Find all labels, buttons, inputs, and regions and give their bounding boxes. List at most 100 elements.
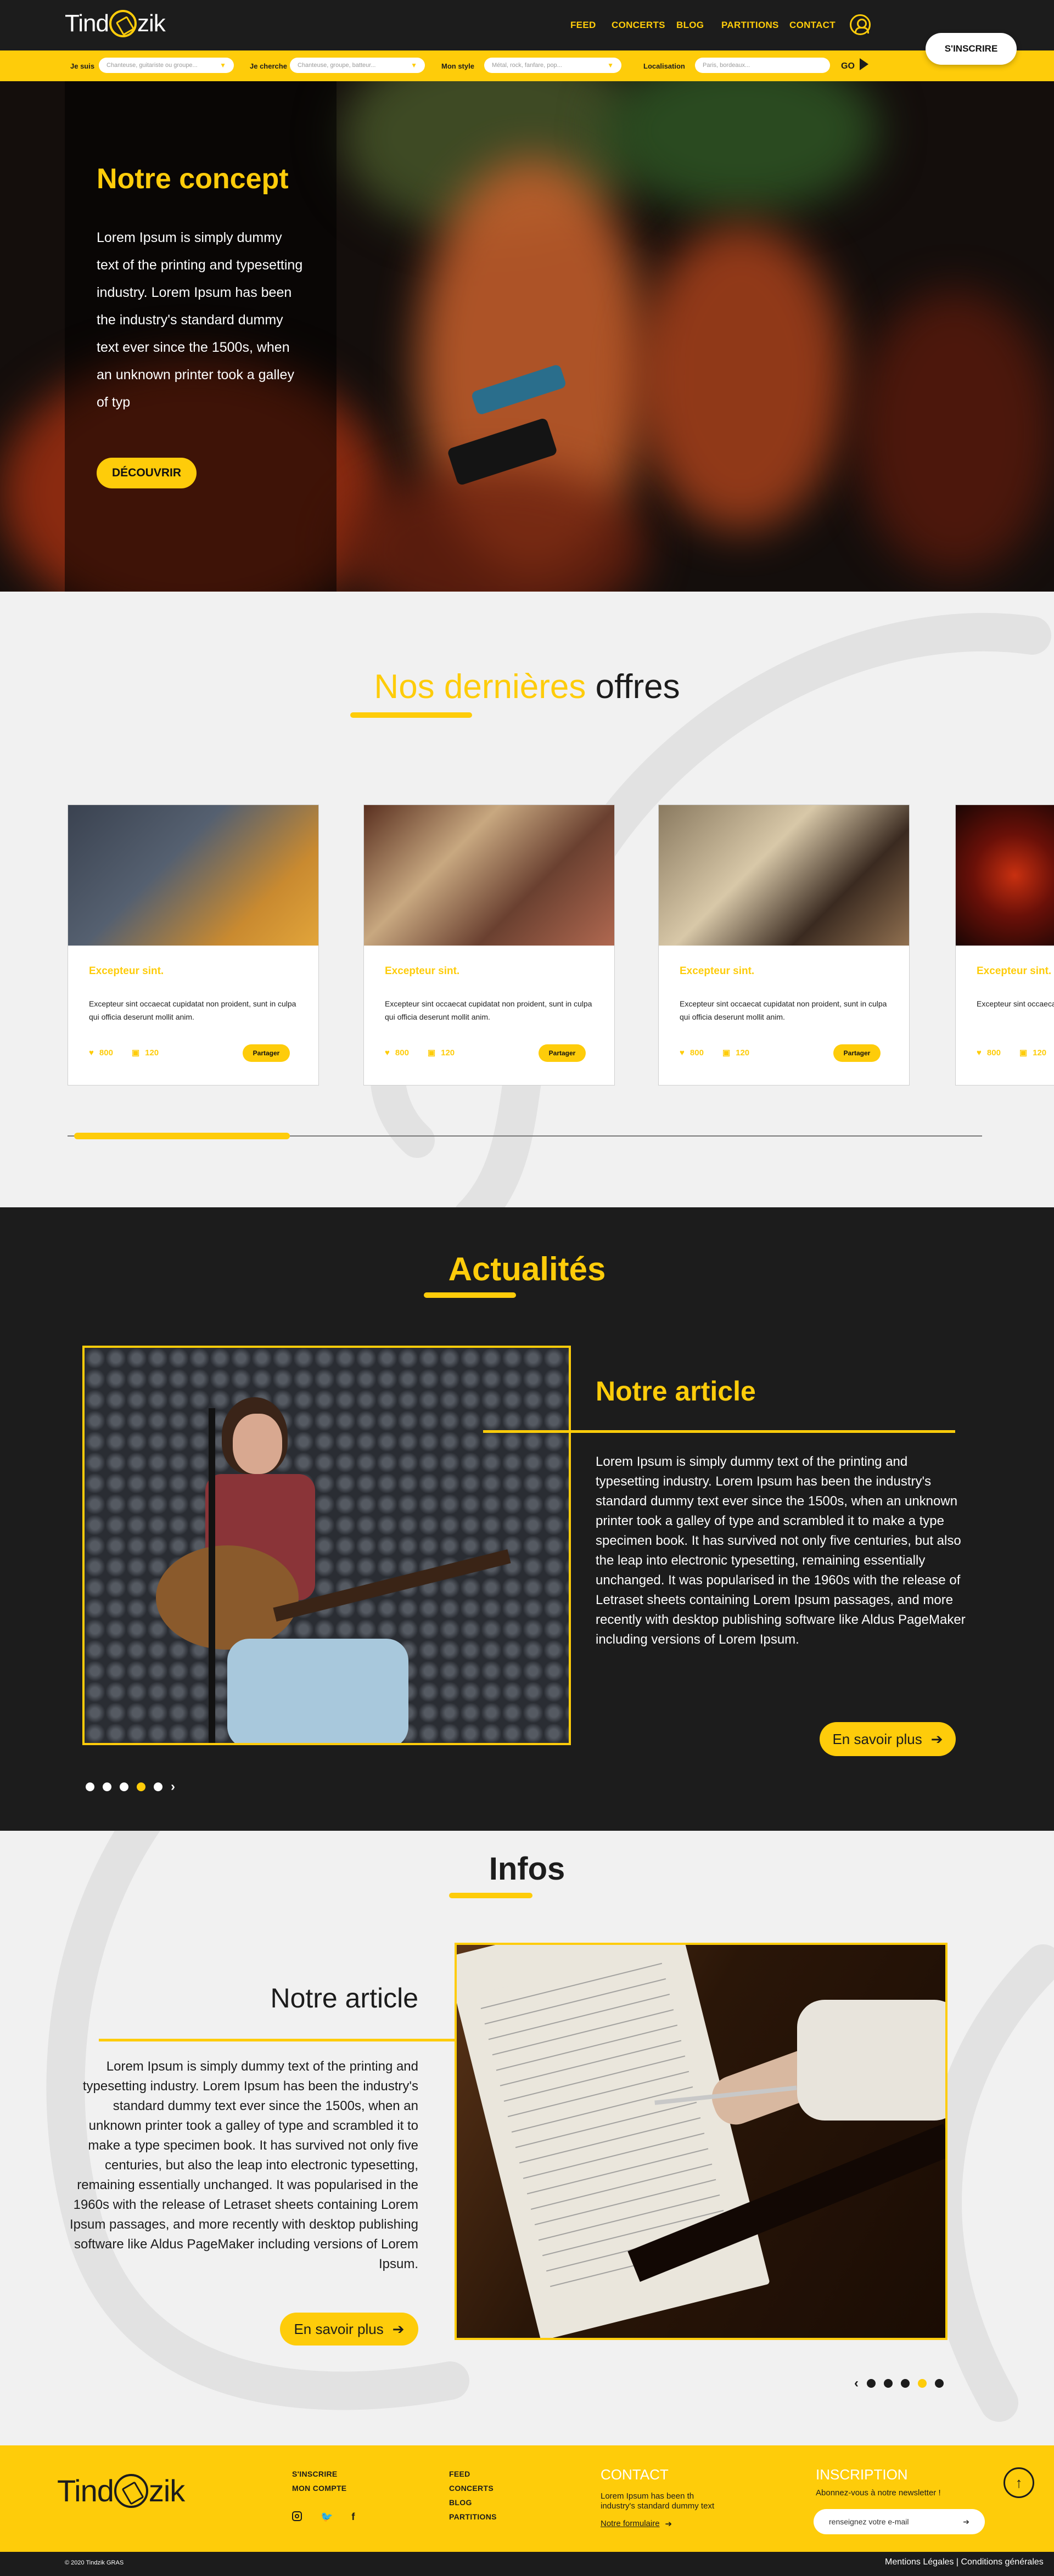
chevron-left-icon[interactable]: ‹ <box>854 2376 859 2391</box>
offer-stats: ♥ 800 ▣ 120 <box>977 1048 1046 1058</box>
arrow-right-icon: ➔ <box>665 2519 672 2529</box>
footer-link-partitions[interactable]: PARTITIONS <box>449 2512 497 2521</box>
play-arrow-icon[interactable] <box>860 58 868 70</box>
footer-contact-title: CONTACT <box>601 2466 669 2483</box>
search-label-looking: Je cherche <box>250 62 287 70</box>
footer-newsletter-text: Abonnez-vous à notre newsletter ! <box>816 2488 941 2498</box>
offer-title: Excepteur sint. <box>977 965 1052 977</box>
comment-icon[interactable]: ▣ <box>722 1048 730 1058</box>
chevron-down-icon: ▼ <box>220 61 226 69</box>
site-logo[interactable]: Tind zik <box>65 10 166 37</box>
heart-icon[interactable]: ♥ <box>680 1048 685 1058</box>
carousel-dot[interactable] <box>86 1782 94 1791</box>
offers-title-accent: Nos dernières <box>374 668 586 706</box>
carousel-dot-active[interactable] <box>137 1782 145 1791</box>
carousel-dot[interactable] <box>154 1782 162 1791</box>
vinyl-guitar-icon <box>109 10 137 37</box>
footer-contact-text: Lorem Ipsum has been th industry's stand… <box>601 2491 715 2511</box>
offer-title: Excepteur sint. <box>680 965 755 977</box>
search-label-location: Localisation <box>643 62 685 70</box>
comments-count: 120 <box>1033 1048 1047 1058</box>
footer-link-account[interactable]: MON COMPTE <box>292 2484 346 2493</box>
user-account-icon[interactable] <box>850 14 871 35</box>
offer-text: Excepteur sint occaecat cupidatat non pr… <box>385 999 592 1021</box>
back-to-top-button[interactable]: ↑ <box>1003 2467 1034 2498</box>
email-placeholder: renseignez votre e-mail <box>829 2517 909 2526</box>
instagram-icon[interactable] <box>292 2511 302 2521</box>
comments-count: 120 <box>441 1048 455 1058</box>
footer-link-feed[interactable]: FEED <box>449 2470 497 2478</box>
carousel-dot[interactable] <box>867 2379 876 2388</box>
offer-card[interactable]: Excepteur sint. Excepteur sint occaecat … <box>658 805 910 1085</box>
news-title-underline <box>424 1292 516 1298</box>
nav-contact[interactable]: CONTACT <box>789 20 836 31</box>
news-carousel-dots: › <box>86 1779 175 1795</box>
logo-text-left: Tind <box>57 2473 114 2508</box>
carousel-dot[interactable] <box>935 2379 944 2388</box>
go-button-label[interactable]: GO <box>841 61 855 71</box>
news-article-image <box>82 1346 571 1745</box>
twitter-icon[interactable]: 🐦 <box>321 2511 333 2523</box>
facebook-icon[interactable]: f <box>351 2511 355 2523</box>
carousel-dot[interactable] <box>120 1782 128 1791</box>
offer-image <box>956 805 1054 946</box>
arrow-right-icon[interactable]: ➔ <box>963 2517 969 2527</box>
newsletter-email-input[interactable]: renseignez votre e-mail ➔ <box>814 2509 985 2534</box>
nav-blog[interactable]: BLOG <box>676 20 704 31</box>
discover-button[interactable]: DÉCOUVRIR <box>97 458 197 488</box>
comment-icon[interactable]: ▣ <box>132 1048 139 1058</box>
offers-title: Nos dernières offres <box>0 667 1054 706</box>
footer-link-blog[interactable]: BLOG <box>449 2498 497 2507</box>
footer-contact-link[interactable]: Notre formulaire ➔ <box>601 2519 672 2529</box>
search-input-location[interactable]: Paris, bordeaux... <box>695 58 830 73</box>
footer-link-signup[interactable]: S'INSCRIRE <box>292 2470 346 2478</box>
search-input-looking[interactable]: Chanteuse, groupe, batteur... ▼ <box>290 58 425 73</box>
carousel-dot[interactable] <box>884 2379 893 2388</box>
legal-links[interactable]: Mentions Légales | Conditions générales <box>885 2557 1044 2567</box>
nav-feed[interactable]: FEED <box>570 20 596 31</box>
share-button[interactable]: Partager <box>539 1044 586 1062</box>
chevron-right-icon[interactable]: › <box>171 1779 175 1795</box>
placeholder: Chanteuse, groupe, batteur... <box>298 62 376 69</box>
comment-icon[interactable]: ▣ <box>1019 1048 1027 1058</box>
chevron-down-icon: ▼ <box>411 61 417 69</box>
footer-link-concerts[interactable]: CONCERTS <box>449 2484 497 2493</box>
search-input-iam[interactable]: Chanteuse, guitariste ou groupe... ▼ <box>99 58 234 73</box>
carousel-dot-active[interactable] <box>918 2379 927 2388</box>
offer-card[interactable]: Excepteur sint. Excepteur sint occaecat … <box>68 805 319 1085</box>
heart-icon[interactable]: ♥ <box>385 1048 390 1058</box>
carousel-dot[interactable] <box>103 1782 111 1791</box>
offer-stats: ♥ 800 ▣ 120 <box>385 1048 455 1058</box>
footer-nav-links: FEED CONCERTS BLOG PARTITIONS <box>449 2470 497 2521</box>
footer-logo[interactable]: Tind zik <box>57 2473 185 2508</box>
offer-image <box>659 805 909 946</box>
infos-title-underline <box>449 1893 532 1898</box>
infos-read-more-button[interactable]: En savoir plus ➔ <box>280 2313 418 2346</box>
search-input-style[interactable]: Métal, rock, fanfare, pop... ▼ <box>484 58 621 73</box>
carousel-dot[interactable] <box>901 2379 910 2388</box>
arrow-up-icon: ↑ <box>1015 2474 1023 2491</box>
copyright-text: © 2020 Tindzik GRAS <box>65 2560 124 2566</box>
signup-button[interactable]: S'INSCRIRE <box>926 33 1017 65</box>
news-article-title: Notre article <box>596 1376 756 1407</box>
likes-count: 800 <box>689 1048 704 1058</box>
placeholder: Chanteuse, guitariste ou groupe... <box>106 62 198 69</box>
placeholder: Métal, rock, fanfare, pop... <box>492 62 562 69</box>
nav-partitions[interactable]: PARTITIONS <box>721 20 779 31</box>
logo-text-right: zik <box>148 2473 185 2508</box>
news-article-text: Lorem Ipsum is simply dummy text of the … <box>596 1454 966 1647</box>
comment-icon[interactable]: ▣ <box>428 1048 435 1058</box>
read-more-label: En savoir plus <box>832 1730 922 1747</box>
nav-concerts[interactable]: CONCERTS <box>612 20 665 31</box>
news-article-divider <box>483 1430 955 1433</box>
heart-icon[interactable]: ♥ <box>89 1048 94 1058</box>
share-button[interactable]: Partager <box>833 1044 881 1062</box>
offers-scroll-thumb[interactable] <box>74 1133 290 1139</box>
share-button[interactable]: Partager <box>243 1044 290 1062</box>
contact-form-link[interactable]: Notre formulaire <box>601 2519 660 2529</box>
offer-card[interactable]: Excepteur sint. Excepteur sint occaecat … <box>363 805 615 1085</box>
news-read-more-button[interactable]: En savoir plus ➔ <box>820 1722 956 1756</box>
infos-article-divider <box>99 2039 500 2041</box>
offer-card[interactable]: Excepteur sint. Excepteur sint occaecat … <box>955 805 1054 1085</box>
heart-icon[interactable]: ♥ <box>977 1048 982 1058</box>
